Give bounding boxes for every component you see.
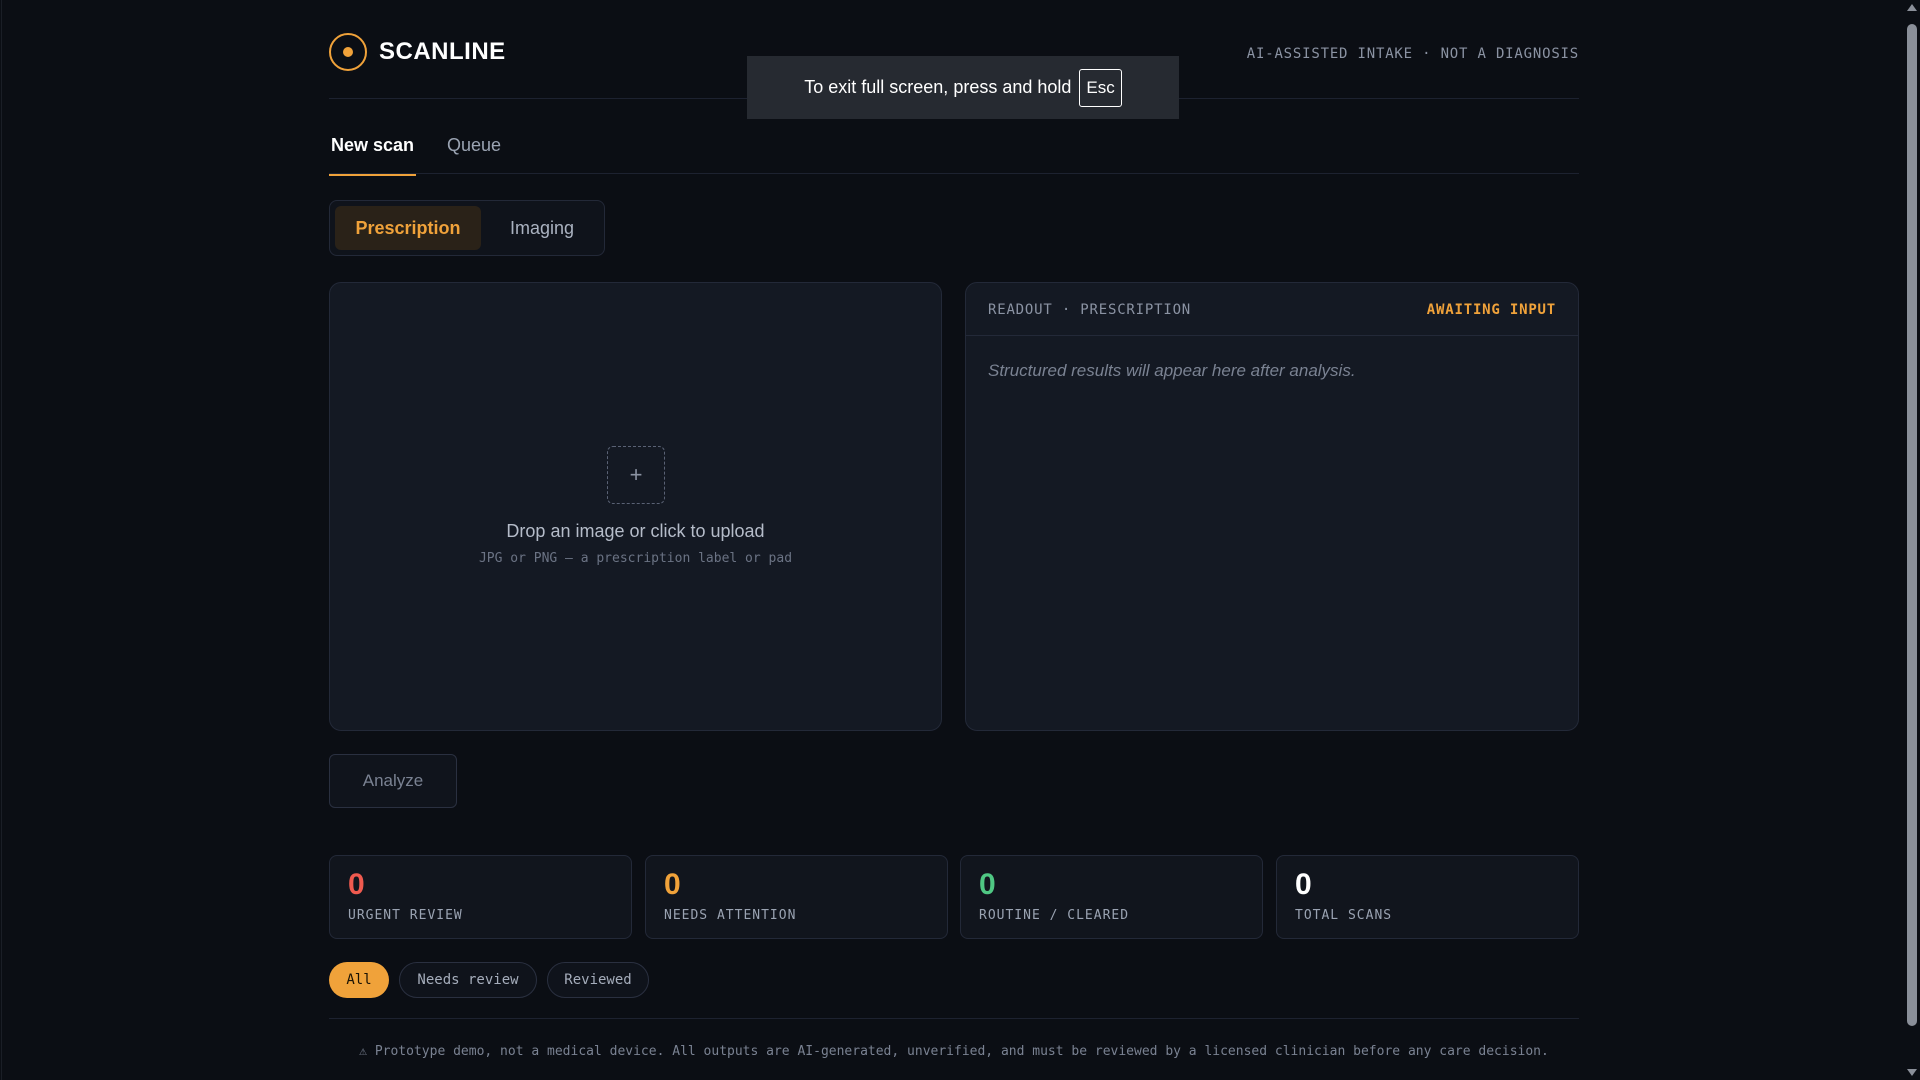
upload-dropzone[interactable]: + Drop an image or click to upload JPG o…: [329, 282, 942, 731]
footer-disclaimer: ⚠ Prototype demo, not a medical device. …: [329, 1018, 1579, 1063]
mode-imaging-button[interactable]: Imaging: [490, 206, 594, 250]
stat-value: 0: [664, 868, 681, 901]
scroll-up-arrow-icon[interactable]: [1907, 4, 1917, 11]
filter-needs-review-chip[interactable]: Needs review: [399, 962, 537, 998]
stat-value: 0: [348, 868, 365, 901]
fullscreen-exit-toast: To exit full screen, press and hold Esc: [747, 56, 1179, 119]
tab-queue[interactable]: Queue: [445, 135, 503, 174]
logo-icon: [329, 33, 367, 71]
readout-panel: READOUT · PRESCRIPTION AWAITING INPUT St…: [965, 282, 1579, 731]
mode-prescription-button[interactable]: Prescription: [335, 206, 481, 250]
brand-name: SCANLINE: [379, 38, 506, 65]
stat-label: ROUTINE / CLEARED: [979, 908, 1130, 923]
readout-label: READOUT · PRESCRIPTION: [988, 302, 1192, 318]
vertical-scrollbar[interactable]: [1904, 0, 1920, 1080]
readout-empty-text: Structured results will appear here afte…: [988, 361, 1356, 380]
filter-reviewed-chip[interactable]: Reviewed: [547, 962, 649, 998]
brand[interactable]: SCANLINE: [329, 33, 506, 71]
scroll-thumb[interactable]: [1907, 24, 1917, 1026]
stats-row: 0 URGENT REVIEW 0 NEEDS ATTENTION 0 ROUT…: [329, 855, 1579, 939]
readout-status-badge: AWAITING INPUT: [1426, 302, 1556, 318]
scan-mode-toggle: Prescription Imaging: [329, 200, 605, 256]
stat-label: URGENT REVIEW: [348, 908, 463, 923]
stat-needs-attention[interactable]: 0 NEEDS ATTENTION: [645, 855, 948, 939]
stat-label: NEEDS ATTENTION: [664, 908, 797, 923]
stat-routine-cleared[interactable]: 0 ROUTINE / CLEARED: [960, 855, 1263, 939]
upload-title: Drop an image or click to upload: [506, 521, 765, 541]
stat-label: TOTAL SCANS: [1295, 908, 1393, 923]
app-page: SCANLINE AI-ASSISTED INTAKE · NOT A DIAG…: [1, 0, 1904, 1080]
filter-all-chip[interactable]: All: [329, 962, 389, 998]
upload-subtitle: JPG or PNG — a prescription label or pad: [478, 551, 793, 566]
stat-value: 0: [979, 868, 996, 901]
stat-urgent-review[interactable]: 0 URGENT REVIEW: [329, 855, 632, 939]
esc-key-hint: Esc: [1079, 68, 1122, 107]
scroll-down-arrow-icon[interactable]: [1907, 1069, 1917, 1076]
tab-new-scan[interactable]: New scan: [329, 135, 417, 176]
readout-header: READOUT · PRESCRIPTION AWAITING INPUT: [966, 283, 1578, 336]
stat-total-scans[interactable]: 0 TOTAL SCANS: [1276, 855, 1579, 939]
analyze-button[interactable]: Analyze: [329, 754, 457, 808]
toast-text: To exit full screen, press and hold: [804, 77, 1072, 97]
stat-value: 0: [1295, 868, 1312, 901]
plus-icon: +: [607, 446, 665, 504]
disclaimer-note: AI-ASSISTED INTAKE · NOT A DIAGNOSIS: [1246, 46, 1579, 62]
